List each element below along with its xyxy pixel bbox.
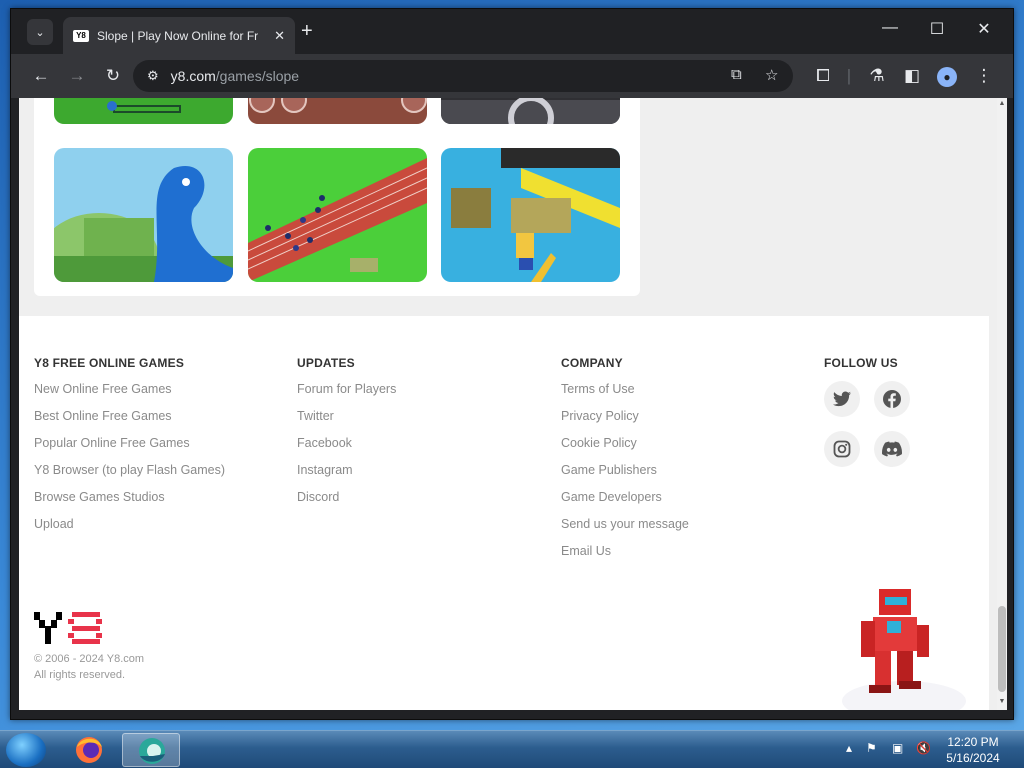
footer-link[interactable]: Terms of Use [561, 382, 689, 409]
footer-link[interactable]: Discord [297, 490, 396, 517]
game-thumbnail[interactable] [54, 98, 233, 124]
game-thumbnail[interactable] [248, 98, 427, 124]
footer-column-updates: UPDATES Forum for Players Twitter Facebo… [297, 356, 396, 517]
footer-link[interactable]: Game Publishers [561, 463, 689, 490]
footer-link[interactable]: Email Us [561, 544, 689, 571]
facebook-icon[interactable] [874, 381, 910, 417]
copyright-text: © 2006 - 2024 Y8.com All rights reserved… [34, 651, 144, 683]
show-hidden-icons-icon[interactable]: ▴ [846, 741, 852, 755]
clock-date: 5/16/2024 [946, 751, 1000, 765]
back-arrow-icon[interactable]: ← [29, 64, 53, 88]
maximize-button[interactable]: ☐ [914, 19, 960, 39]
y8-logo-icon [34, 612, 102, 644]
tab-active[interactable]: Y8 Slope | Play Now Online for Fr ✕ [63, 17, 295, 54]
tab-strip: ⌄ Y8 Slope | Play Now Online for Fr ✕ + … [11, 9, 1013, 54]
new-tab-plus-icon[interactable]: + [301, 21, 313, 41]
y8-favicon-icon: Y8 [73, 29, 89, 42]
extensions-puzzle-icon[interactable]: ⧠ [811, 64, 835, 88]
game-thumbnail-art [441, 98, 620, 124]
footer-link[interactable]: Cookie Policy [561, 436, 689, 463]
taskbar-active-app-icon[interactable] [122, 733, 180, 767]
twitter-icon[interactable] [824, 381, 860, 417]
site-footer: Y8 FREE ONLINE GAMES New Online Free Gam… [19, 316, 989, 710]
footer-link[interactable]: Privacy Policy [561, 409, 689, 436]
footer-heading: Y8 FREE ONLINE GAMES [34, 356, 185, 370]
page-scrollbar[interactable]: ▲ ▼ [997, 98, 1007, 710]
related-games-panel [34, 98, 640, 296]
footer-link[interactable]: Twitter [297, 409, 396, 436]
scrollbar-thumb[interactable] [998, 606, 1006, 692]
firefox-logo [76, 737, 102, 763]
clock-time: 12:20 PM [947, 735, 999, 749]
url-path: /games/slope [215, 68, 300, 84]
footer-heading: FOLLOW US [824, 356, 898, 370]
scroll-down-icon[interactable]: ▼ [997, 698, 1007, 705]
taskbar-firefox-icon[interactable] [60, 733, 118, 767]
browser-window: ⌄ Y8 Slope | Play Now Online for Fr ✕ + … [10, 8, 1014, 720]
tab-title: Slope | Play Now Online for Fr [97, 28, 259, 43]
footer-link[interactable]: Popular Online Free Games [34, 436, 225, 463]
chevron-down-icon: ⌄ [35, 26, 45, 39]
taskbar-clock[interactable]: 12:20 PM 5/16/2024 [940, 734, 1006, 766]
copyright-line: © 2006 - 2024 Y8.com [34, 653, 145, 665]
game-thumbnail[interactable] [54, 148, 233, 282]
browser-toolbar: ← → ↻ ⚙ y8.com /games/slope ⧉ ☆ ⧠ | ⚗ ◧ … [11, 54, 1013, 98]
footer-link[interactable]: Y8 Browser (to play Flash Games) [34, 463, 225, 490]
minimize-button[interactable]: — [867, 19, 913, 37]
action-center-flag-icon[interactable]: ⚑ [866, 741, 877, 755]
url-host: y8.com [170, 68, 216, 84]
page-viewport: Y8 FREE ONLINE GAMES New Online Free Gam… [19, 98, 997, 710]
robot-mascot-image [839, 581, 969, 710]
address-bar[interactable]: ⚙ y8.com /games/slope ⧉ ☆ [133, 60, 793, 92]
footer-link[interactable]: Forum for Players [297, 382, 396, 409]
forward-arrow-icon[interactable]: → [65, 64, 89, 88]
network-icon[interactable]: ▣ [892, 741, 903, 755]
tab-close-icon[interactable]: ✕ [274, 28, 285, 44]
active-app-logo [139, 738, 165, 764]
footer-link[interactable]: Browse Games Studios [34, 490, 225, 517]
footer-heading: COMPANY [561, 356, 623, 370]
instagram-icon[interactable] [824, 431, 860, 467]
footer-heading: UPDATES [297, 356, 355, 370]
game-thumbnail[interactable] [248, 148, 427, 282]
footer-link[interactable]: Game Developers [561, 490, 689, 517]
tab-search-button[interactable]: ⌄ [27, 19, 53, 45]
game-thumbnail[interactable] [441, 98, 620, 124]
game-thumbnail-art [54, 98, 233, 124]
volume-muted-icon[interactable]: 🔇 [916, 741, 931, 755]
windows-taskbar: ▴ ⚑ ▣ 🔇 12:20 PM 5/16/2024 [0, 730, 1024, 768]
footer-column-company: COMPANY Terms of Use Privacy Policy Cook… [561, 356, 689, 571]
y8-logo[interactable] [34, 612, 102, 649]
footer-link[interactable]: New Online Free Games [34, 382, 225, 409]
install-app-icon[interactable]: ⧉ [731, 66, 742, 83]
footer-link[interactable]: Facebook [297, 436, 396, 463]
game-thumbnail-art [441, 148, 620, 282]
labs-flask-icon[interactable]: ⚗ [865, 64, 889, 88]
reload-icon[interactable]: ↻ [101, 64, 125, 88]
footer-link[interactable]: Instagram [297, 463, 396, 490]
game-thumbnail-art [248, 98, 427, 124]
rights-line: All rights reserved. [34, 669, 126, 681]
game-thumbnail[interactable] [441, 148, 620, 282]
game-thumbnail-art [248, 148, 427, 282]
toolbar-divider: | [846, 66, 852, 85]
profile-avatar-icon[interactable]: ● [937, 67, 957, 87]
menu-kebab-icon[interactable]: ⋮ [972, 64, 996, 88]
footer-column-games: Y8 FREE ONLINE GAMES New Online Free Gam… [34, 356, 225, 544]
robot-mascot-art [842, 589, 966, 710]
footer-link[interactable]: Upload [34, 517, 225, 544]
game-thumbnail-art [54, 148, 233, 282]
scroll-up-icon[interactable]: ▲ [997, 100, 1007, 107]
site-info-tune-icon[interactable]: ⚙ [147, 68, 159, 84]
close-window-button[interactable]: ✕ [961, 19, 1007, 39]
side-panel-icon[interactable]: ◧ [900, 64, 924, 88]
footer-link[interactable]: Send us your message [561, 517, 689, 544]
discord-icon[interactable] [874, 431, 910, 467]
footer-link[interactable]: Best Online Free Games [34, 409, 225, 436]
footer-column-follow: FOLLOW US [824, 356, 898, 382]
bookmark-star-icon[interactable]: ☆ [765, 66, 778, 84]
start-button-windows-icon[interactable] [6, 733, 46, 767]
